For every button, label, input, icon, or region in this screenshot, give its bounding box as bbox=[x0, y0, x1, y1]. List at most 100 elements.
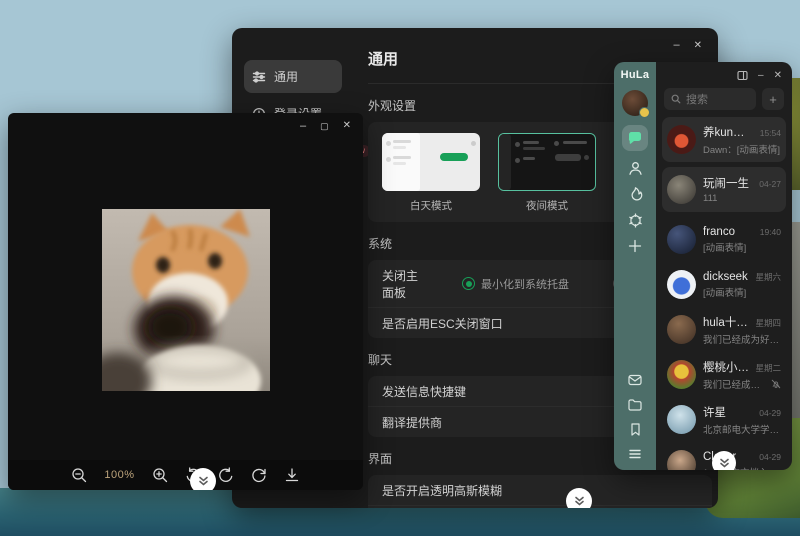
sidebar-item-general[interactable]: 通用 bbox=[244, 60, 342, 93]
openai-icon[interactable] bbox=[627, 212, 644, 229]
desktop: – ✕ 通用 登录设置 超级变变变 New 提供者：HuLa 通用 外观 bbox=[0, 0, 800, 536]
user-avatar[interactable] bbox=[622, 90, 648, 116]
download-icon[interactable] bbox=[284, 467, 300, 483]
chat-item[interactable]: 养kun群聊 15:54 Dawn：[动画表情] bbox=[662, 117, 786, 162]
mute-bell-icon bbox=[771, 379, 781, 389]
esc-close-label: 是否启用ESC关闭窗口 bbox=[382, 315, 503, 332]
tune-icon bbox=[252, 70, 266, 84]
chat-message: Dawn：[动画表情] bbox=[703, 142, 781, 156]
close-icon[interactable]: ✕ bbox=[343, 121, 351, 131]
avatar bbox=[667, 360, 696, 389]
chevron-double-down-icon bbox=[198, 476, 209, 486]
chat-message: 111 bbox=[703, 193, 781, 204]
chat-item[interactable]: 樱桃小鸡仔星期二 我们已经成为好友了... bbox=[662, 352, 786, 397]
viewer-stage bbox=[8, 139, 363, 460]
rotate-right-icon[interactable] bbox=[218, 467, 234, 483]
hula-chat-panel: – ✕ 搜索 + 养kun群聊 15:54 Dawn：[动画表情] 玩闹一生 bbox=[656, 62, 792, 470]
sidebar-toggle-icon[interactable] bbox=[737, 70, 748, 81]
minimize-button[interactable]: – bbox=[758, 70, 764, 81]
hula-chat-window: HuLa – ✕ bbox=[614, 62, 792, 470]
chat-list: 养kun群聊 15:54 Dawn：[动画表情] 玩闹一生 04-27 111 fr… bbox=[656, 117, 792, 470]
hula-left-rail: HuLa bbox=[614, 62, 656, 470]
theme-card-label: 夜间模式 bbox=[498, 198, 596, 213]
chat-name: hula十年老粉 bbox=[703, 314, 751, 330]
close-panel-label: 关闭主面板 bbox=[382, 267, 426, 301]
theme-card-label: 白天模式 bbox=[382, 198, 480, 213]
menu-icon[interactable] bbox=[627, 446, 643, 462]
mail-icon[interactable] bbox=[627, 372, 643, 388]
chat-time: 星期二 bbox=[755, 362, 781, 374]
chat-name: 养kun群聊 bbox=[703, 124, 756, 140]
bookmark-icon[interactable] bbox=[628, 422, 643, 437]
theme-preview-day bbox=[382, 133, 480, 191]
chat-name: franco bbox=[703, 226, 735, 238]
chat-time: 19:40 bbox=[760, 227, 781, 237]
add-chat-button[interactable]: + bbox=[762, 88, 784, 110]
chat-message: [动画表情] bbox=[703, 240, 781, 254]
chat-name: 许星 bbox=[703, 404, 726, 420]
flame-icon[interactable] bbox=[627, 186, 644, 203]
chat-item[interactable]: franco 19:40 [动画表情] bbox=[662, 217, 786, 262]
chat-time: 04-27 bbox=[759, 179, 781, 189]
zoom-level: 100% bbox=[104, 469, 134, 481]
blur-label: 是否开启透明高斯模糊 bbox=[382, 482, 502, 499]
chat-name: dickseek bbox=[703, 271, 748, 283]
status-emoji-badge bbox=[639, 107, 650, 118]
chat-time: 星期四 bbox=[755, 317, 781, 329]
hula-window-controls: – ✕ bbox=[656, 67, 792, 83]
scroll-down-button[interactable] bbox=[712, 451, 736, 470]
cat-photo bbox=[102, 209, 270, 391]
minimize-button[interactable]: – bbox=[300, 121, 306, 132]
chat-item[interactable]: 玩闹一生 04-27 111 bbox=[662, 167, 786, 212]
chat-message: [动画表情] bbox=[703, 285, 781, 299]
chat-time: 04-29 bbox=[759, 452, 781, 462]
folder-icon[interactable] bbox=[627, 397, 643, 413]
plus-icon[interactable] bbox=[627, 238, 643, 254]
search-icon bbox=[671, 94, 681, 104]
chat-item[interactable]: 许星 04-29 北京邮电大学学士，卡耐... bbox=[662, 397, 786, 442]
send-shortcut-label: 发送信息快捷键 bbox=[382, 383, 466, 400]
chevron-double-down-icon bbox=[719, 458, 730, 468]
chat-time: 星期六 bbox=[755, 271, 781, 283]
chat-time: 04-29 bbox=[759, 408, 781, 418]
viewer-window-controls: – ▢ ✕ bbox=[8, 113, 363, 139]
avatar bbox=[667, 270, 696, 299]
theme-card-day[interactable]: 白天模式 bbox=[382, 133, 480, 213]
chat-time: 15:54 bbox=[760, 128, 781, 138]
search-row: 搜索 + bbox=[656, 83, 792, 117]
radio-dot bbox=[462, 277, 475, 290]
avatar bbox=[667, 315, 696, 344]
search-input[interactable]: 搜索 bbox=[664, 88, 756, 110]
close-icon[interactable]: ✕ bbox=[774, 70, 782, 81]
scroll-down-button[interactable] bbox=[190, 468, 216, 490]
viewer-toolbar: 100% bbox=[8, 460, 363, 490]
nav-messages-active[interactable] bbox=[622, 125, 648, 151]
app-title: HuLa bbox=[621, 69, 650, 81]
interface-group: 是否开启透明高斯模糊 是否开启阴影 字体样式 苹方 显示菜单名 bbox=[368, 475, 712, 508]
zoom-in-icon[interactable] bbox=[152, 467, 168, 483]
avatar bbox=[667, 405, 696, 434]
chevron-double-down-icon bbox=[574, 496, 585, 506]
translator-label: 翻译提供商 bbox=[382, 414, 442, 431]
scroll-down-button[interactable] bbox=[566, 488, 592, 508]
chat-message: 我们已经成为好友了... bbox=[703, 377, 767, 391]
zoom-out-icon[interactable] bbox=[71, 467, 87, 483]
search-placeholder: 搜索 bbox=[686, 91, 708, 107]
avatar bbox=[667, 450, 696, 470]
sidebar-item-label: 通用 bbox=[274, 68, 298, 85]
reset-icon[interactable] bbox=[251, 467, 267, 483]
radio-minimize-to-tray[interactable]: 最小化到系统托盘 bbox=[462, 276, 569, 292]
avatar bbox=[667, 175, 696, 204]
chat-name: 樱桃小鸡仔 bbox=[703, 359, 751, 375]
maximize-button[interactable]: ▢ bbox=[320, 122, 329, 131]
image-viewer-window: – ▢ ✕ bbox=[8, 113, 363, 490]
theme-preview-night bbox=[498, 133, 596, 191]
chat-item[interactable]: dickseek 星期六 [动画表情] bbox=[662, 262, 786, 307]
contacts-icon[interactable] bbox=[627, 160, 644, 177]
chat-item[interactable]: hula十年老粉星期四 我们已经成为好友了，开... bbox=[662, 307, 786, 352]
chat-name: 玩闹一生 bbox=[703, 175, 749, 191]
chat-message: 北京邮电大学学士，卡耐... bbox=[703, 422, 781, 436]
avatar bbox=[667, 225, 696, 254]
avatar bbox=[667, 125, 696, 154]
theme-card-night[interactable]: 夜间模式 bbox=[498, 133, 596, 213]
